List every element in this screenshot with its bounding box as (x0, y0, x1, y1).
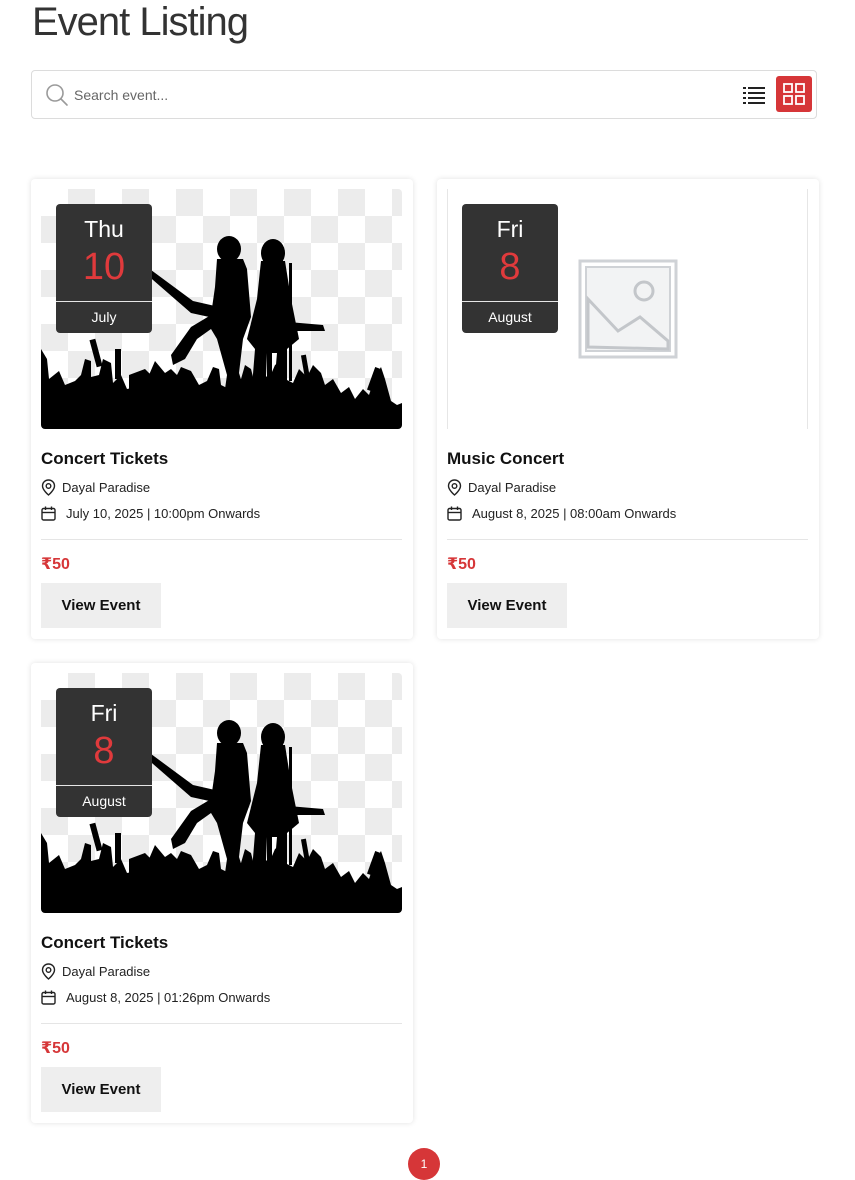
event-location: Dayal Paradise (41, 962, 150, 980)
location-pin-icon (41, 962, 56, 980)
event-title[interactable]: Music Concert (447, 449, 564, 469)
date-day: Thu (84, 216, 124, 242)
datetime-text: August 8, 2025 | 01:26pm Onwards (66, 989, 271, 1005)
event-card: Thu 10 July Concert Tickets Dayal Paradi… (31, 179, 413, 639)
search-toolbar (31, 70, 817, 119)
card-divider (447, 539, 808, 540)
date-day: Fri (496, 216, 524, 242)
card-divider (41, 539, 402, 540)
event-card: Fri 8 August Music Concert Dayal Paradis… (437, 179, 819, 639)
date-day: Fri (90, 700, 118, 726)
page-title: Event Listing (32, 0, 249, 44)
event-price: ₹50 (41, 1040, 70, 1057)
date-badge: Thu 10 July (56, 204, 152, 333)
calendar-icon (41, 990, 56, 1005)
grid-view-button[interactable] (776, 76, 812, 112)
date-month: August (488, 309, 532, 325)
search-icon (46, 84, 68, 106)
image-placeholder-icon (578, 259, 678, 359)
datetime-text: August 8, 2025 | 08:00am Onwards (472, 505, 677, 521)
event-datetime: August 8, 2025 | 01:26pm Onwards (41, 988, 270, 1006)
location-pin-icon (41, 478, 56, 496)
date-badge: Fri 8 August (56, 688, 152, 817)
datetime-text: July 10, 2025 | 10:00pm Onwards (66, 505, 261, 521)
location-pin-icon (447, 478, 462, 496)
date-number: 8 (93, 730, 115, 772)
event-location: Dayal Paradise (447, 478, 556, 496)
date-number: 10 (82, 246, 126, 288)
list-view-icon (743, 87, 765, 104)
date-badge: Fri 8 August (462, 204, 558, 333)
grid-view-icon (783, 83, 805, 105)
location-text: Dayal Paradise (468, 479, 557, 495)
date-month: August (82, 793, 126, 809)
event-price: ₹50 (41, 556, 70, 573)
date-month: July (91, 309, 117, 325)
event-datetime: July 10, 2025 | 10:00pm Onwards (41, 504, 260, 522)
date-number: 8 (499, 246, 521, 288)
event-card: Fri 8 August Concert Tickets Dayal Parad… (31, 663, 413, 1123)
event-location: Dayal Paradise (41, 478, 150, 496)
view-event-button[interactable]: View Event (41, 1067, 161, 1112)
location-text: Dayal Paradise (62, 479, 151, 495)
calendar-icon (447, 506, 462, 521)
event-title[interactable]: Concert Tickets (41, 449, 168, 469)
search-input[interactable] (74, 81, 674, 109)
calendar-icon (41, 506, 56, 521)
date-divider (56, 301, 152, 302)
date-divider (462, 301, 558, 302)
event-datetime: August 8, 2025 | 08:00am Onwards (447, 504, 676, 522)
event-price: ₹50 (447, 556, 476, 573)
view-event-button[interactable]: View Event (447, 583, 567, 628)
view-event-button[interactable]: View Event (41, 583, 161, 628)
list-view-button[interactable] (739, 80, 769, 110)
location-text: Dayal Paradise (62, 963, 151, 979)
date-divider (56, 785, 152, 786)
event-title[interactable]: Concert Tickets (41, 933, 168, 953)
pagination-page-1[interactable]: 1 (408, 1148, 440, 1180)
card-divider (41, 1023, 402, 1024)
